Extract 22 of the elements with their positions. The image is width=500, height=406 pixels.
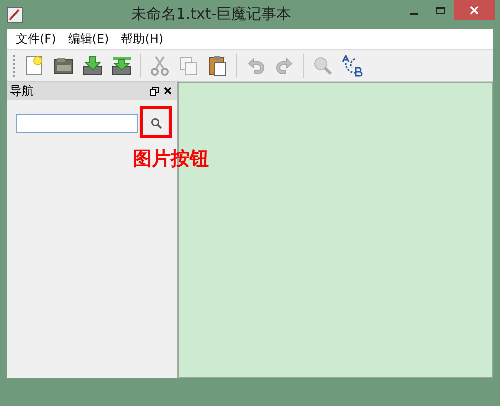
download-icon [110, 54, 132, 76]
panel-title: 导航 [10, 83, 35, 100]
magnifier-icon [312, 54, 334, 76]
app-icon [7, 6, 23, 22]
a-to-b-icon [340, 54, 362, 76]
menu-item[interactable]: 文件(F) [11, 30, 62, 48]
annotation-label: 图片按钮 [133, 147, 209, 172]
scissors-icon [148, 54, 170, 76]
copy-icon [178, 54, 200, 76]
search-field[interactable] [16, 114, 138, 132]
close-icon [470, 6, 479, 14]
clipboard-icon [206, 54, 228, 76]
close-icon[interactable] [164, 87, 172, 95]
search-icon [150, 118, 162, 128]
menu-item[interactable]: 编辑(E) [63, 30, 114, 48]
highlight-frame [140, 106, 172, 138]
new-document-icon [24, 54, 46, 76]
close-button[interactable] [454, 0, 495, 20]
menu-item[interactable]: 帮助(H) [116, 30, 169, 48]
download-icon [82, 54, 104, 76]
float-icon[interactable] [150, 86, 159, 96]
window-title: 未命名1.txt-巨魔记事本 [130, 4, 293, 26]
